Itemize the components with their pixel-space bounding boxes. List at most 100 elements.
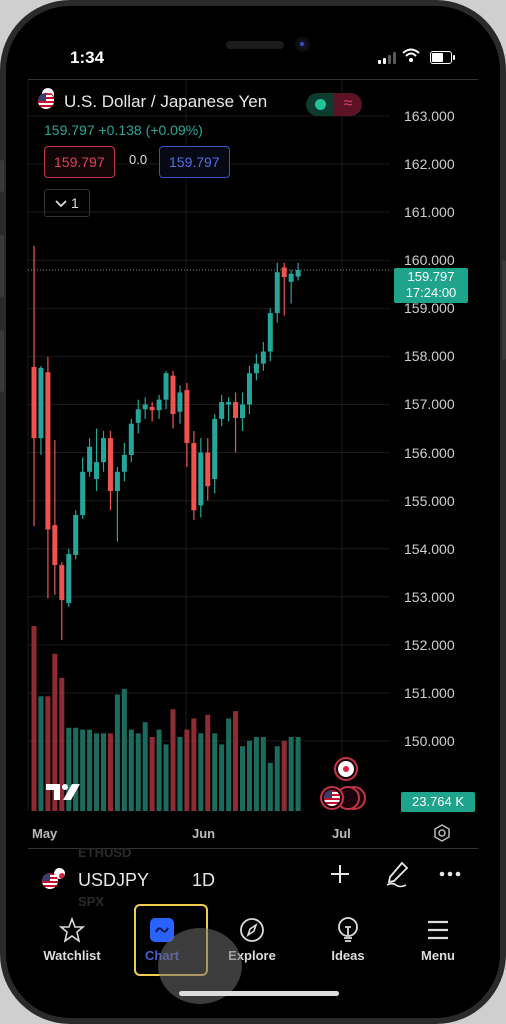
add-icon[interactable] — [328, 862, 352, 893]
volume-bar — [149, 737, 155, 811]
menu-icon — [398, 916, 478, 944]
candle-body — [80, 471, 86, 516]
candle-body — [212, 418, 218, 480]
candle-body — [191, 442, 197, 511]
candle-body — [253, 363, 259, 374]
volume-bar — [114, 694, 120, 811]
chart-settings-icon[interactable] — [433, 824, 451, 842]
candle-body — [73, 515, 79, 555]
candle-body — [233, 402, 239, 418]
volume-bar — [205, 714, 211, 811]
jp-flag-icon — [338, 761, 354, 777]
volume-up-button — [0, 235, 4, 297]
volume-bar — [260, 737, 266, 811]
indicators-toggle-button[interactable]: 1 — [44, 189, 90, 217]
candle-body — [246, 373, 252, 405]
us-flag-icon — [38, 93, 54, 109]
candle-body — [142, 404, 148, 410]
candle-body — [226, 402, 232, 405]
x-label-jul: Jul — [332, 826, 351, 841]
nav-label: Watchlist — [43, 948, 101, 963]
candle-body — [198, 452, 204, 506]
screen: 1:34 U.S. Dollar / Japanese Yen ≈ 159.79… — [6, 6, 500, 1018]
price-axis-label: 154.000 — [404, 540, 455, 557]
volume-bar — [156, 729, 162, 811]
candle-body — [156, 399, 162, 411]
volume-bar — [246, 740, 252, 811]
volume-bar — [38, 696, 44, 811]
price-change-pct: (+0.09%) — [145, 122, 203, 138]
candle-body — [66, 554, 72, 604]
candle-body — [94, 462, 100, 480]
candle-body — [114, 471, 120, 492]
spread-value: 0.0 — [129, 152, 148, 167]
candle-body — [267, 313, 273, 352]
price-axis-label: 162.000 — [404, 156, 455, 173]
volume-bar — [31, 626, 37, 811]
x-label-may: May — [32, 826, 58, 841]
symbol-selector[interactable]: USDJPY — [78, 870, 149, 891]
volume-bar — [107, 733, 113, 811]
last-price: 159.797 — [44, 122, 95, 138]
candle-body — [101, 438, 106, 463]
jp-event-marker[interactable] — [334, 757, 358, 781]
volume-bar — [267, 762, 273, 811]
delayed-data-icon: ≈ — [334, 93, 362, 116]
candle-body — [107, 438, 113, 492]
us-flag-icon — [324, 790, 340, 806]
candle-body — [163, 373, 169, 400]
nav-label: Menu — [421, 948, 455, 963]
chevron-down-icon — [55, 195, 71, 211]
volume-bar — [281, 740, 287, 811]
candle-body — [128, 423, 134, 455]
pen-icon[interactable] — [384, 860, 410, 895]
price-axis-label: 161.000 — [404, 204, 455, 221]
power-button — [502, 260, 506, 360]
volume-tag: 23.764 K — [401, 792, 475, 812]
candle-body — [170, 375, 176, 415]
volume-bar — [198, 733, 204, 811]
x-label-jun: Jun — [192, 826, 216, 841]
home-indicator[interactable] — [179, 991, 339, 996]
volume-bar — [128, 729, 134, 811]
star-icon — [32, 916, 112, 944]
volume-bar — [274, 746, 280, 811]
volume-bar — [240, 746, 245, 811]
volume-bar — [121, 688, 127, 811]
tradingview-logo[interactable] — [46, 782, 82, 808]
price-axis-label: 152.000 — [404, 636, 455, 653]
volume-bar — [135, 733, 141, 811]
buy-button[interactable]: 159.797 — [159, 146, 230, 178]
mute-switch — [0, 160, 4, 192]
price-axis-label: 158.000 — [404, 348, 455, 365]
candle-body — [281, 267, 287, 278]
volume-bar — [253, 737, 259, 811]
timeframe-selector[interactable]: 1D — [192, 870, 215, 891]
candle-body — [295, 270, 301, 277]
sell-button[interactable]: 159.797 — [44, 146, 115, 178]
volume-bar — [226, 718, 232, 811]
market-status-toggle[interactable]: ≈ — [306, 93, 362, 116]
us-event-marker[interactable] — [320, 786, 344, 810]
nav-ideas[interactable]: Ideas — [308, 916, 388, 963]
nav-label: Ideas — [331, 948, 365, 963]
nav-watchlist[interactable]: Watchlist — [32, 916, 112, 963]
candle-body — [274, 272, 280, 314]
price-axis-label: 155.000 — [404, 492, 455, 509]
phone-frame: 1:34 U.S. Dollar / Japanese Yen ≈ 159.79… — [0, 0, 506, 1024]
symbol-title[interactable]: U.S. Dollar / Japanese Yen — [64, 92, 267, 112]
price-axis-label: 150.000 — [404, 733, 455, 750]
candle-body — [121, 454, 127, 472]
candle-body — [288, 273, 294, 282]
price-change-line: 159.797 +0.138 (+0.09%) — [44, 122, 203, 138]
volume-bar — [184, 729, 190, 811]
last-price-tag-value: 159.797 — [407, 269, 455, 284]
candle-body — [135, 409, 141, 423]
more-icon[interactable] — [438, 862, 462, 893]
volume-bar — [163, 744, 169, 811]
lightbulb-icon — [308, 916, 388, 944]
nav-menu[interactable]: Menu — [398, 916, 478, 963]
price-axis-label: 156.000 — [404, 444, 455, 461]
volume-down-button — [0, 330, 4, 392]
indicator-count: 1 — [71, 195, 79, 211]
